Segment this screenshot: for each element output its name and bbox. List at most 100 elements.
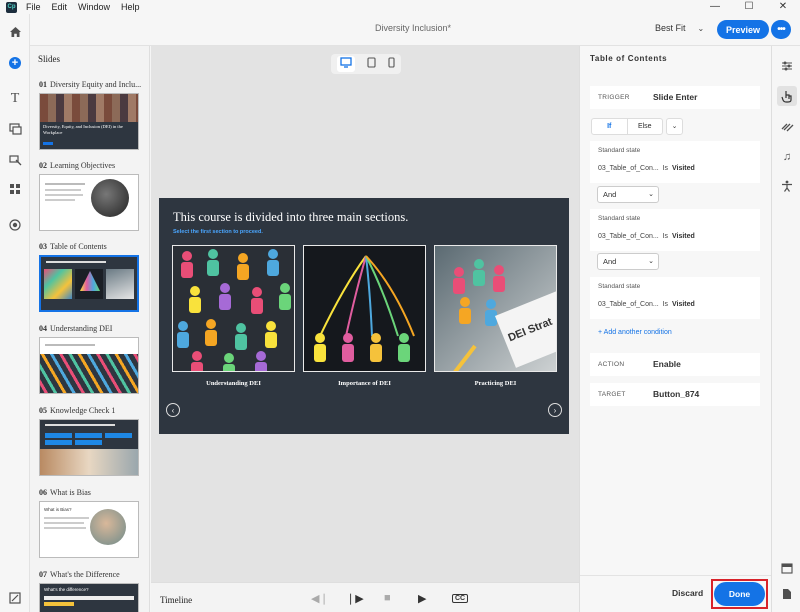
else-tab[interactable]: Else: [628, 119, 663, 134]
add-icon[interactable]: +: [7, 55, 23, 71]
header-bar: Diversity Inclusion* Best Fit ⌄ Preview …: [26, 14, 800, 46]
zoom-select[interactable]: Best Fit ⌄: [655, 23, 704, 33]
section-card-understanding[interactable]: [172, 245, 295, 372]
document-icon[interactable]: [779, 586, 795, 602]
mobile-view-icon[interactable]: [388, 57, 395, 71]
closed-captions-icon[interactable]: CC: [452, 594, 469, 603]
step-forward-icon[interactable]: ❘▶: [346, 592, 364, 605]
condition-state: Standard state: [598, 147, 641, 154]
condition-row[interactable]: Standard state 03_Table_of_Con... Is Vis…: [590, 141, 760, 183]
thumb-title: What's the difference?: [44, 587, 89, 592]
tablet-view-icon[interactable]: [367, 57, 376, 71]
done-button[interactable]: Done: [714, 582, 765, 606]
widgets-icon[interactable]: [7, 181, 23, 197]
properties-footer: Discard Done: [580, 575, 772, 612]
if-tab[interactable]: If: [592, 119, 628, 134]
target-value: Button_874: [653, 389, 700, 399]
interactions-icon[interactable]: [7, 152, 23, 168]
action-row[interactable]: ACTION Enable: [590, 353, 760, 376]
maximize-icon[interactable]: ☐: [732, 0, 766, 14]
menu-help[interactable]: Help: [121, 2, 140, 12]
trigger-value: Slide Enter: [653, 92, 698, 102]
menu-window[interactable]: Window: [78, 2, 110, 12]
panel-toggle-icon[interactable]: [779, 560, 795, 576]
action-value: Enable: [653, 359, 681, 369]
right-toolbar: ♫: [771, 46, 800, 612]
section-card-practicing[interactable]: DEI Strat: [434, 245, 557, 372]
action-key: ACTION: [598, 361, 625, 368]
condition-expression: 03_Table_of_Con... Is Visited: [598, 233, 695, 240]
properties-sliders-icon[interactable]: [779, 58, 795, 74]
slide-item-selected[interactable]: 03 Table of Contents: [39, 242, 141, 312]
trigger-row[interactable]: TRIGGER Slide Enter: [590, 86, 760, 109]
slide-item[interactable]: 04 Understanding DEI: [39, 324, 141, 394]
slide-item[interactable]: 01 Diversity Equity and Inclu... Diversit…: [39, 80, 141, 150]
slide-preview: This course is divided into three main s…: [159, 198, 569, 434]
slide-label: 02 Learning Objectives: [39, 161, 116, 170]
slides-heading: Slides: [38, 54, 61, 64]
target-key: TARGET: [598, 391, 626, 398]
title-bar: Cp File Edit Window Help — ☐ ✕: [0, 0, 800, 14]
chevron-down-icon: ⌄: [697, 23, 705, 33]
text-icon[interactable]: T: [7, 91, 23, 107]
and-label: And: [603, 257, 617, 266]
discard-button[interactable]: Discard: [672, 588, 703, 598]
properties-title: Table of Contents: [590, 54, 668, 63]
and-select[interactable]: And ⌄: [597, 253, 659, 270]
play-icon[interactable]: ▶: [418, 592, 426, 605]
window-controls: — ☐ ✕: [698, 0, 800, 14]
slide-thumbnail: What's the difference?: [39, 583, 139, 612]
connected-figures-image: [304, 246, 425, 371]
home-icon[interactable]: [7, 24, 23, 40]
slide-thumbnail: [39, 419, 139, 476]
colorful-figures-image: [173, 246, 294, 371]
add-condition-link[interactable]: + Add another condition: [598, 329, 672, 336]
slide-item[interactable]: 07 What's the Difference What's the diffe…: [39, 570, 141, 612]
record-icon[interactable]: [7, 217, 23, 233]
timeline-label[interactable]: Timeline: [160, 595, 192, 605]
media-icon[interactable]: [7, 121, 23, 137]
section-card-importance[interactable]: [303, 245, 426, 372]
desktop-view-icon[interactable]: [337, 56, 355, 72]
slide-label: 03 Table of Contents: [39, 242, 107, 251]
animation-icon[interactable]: [779, 118, 795, 134]
slide-label: 01 Diversity Equity and Inclu...: [39, 80, 141, 89]
slide-thumbnail: [39, 255, 139, 312]
condition-row[interactable]: Standard state 03_Table_of_Con... Is Vis…: [590, 277, 760, 319]
interaction-hand-icon[interactable]: [777, 86, 797, 106]
condition-expression: 03_Table_of_Con... Is Visited: [598, 165, 695, 172]
minimize-icon[interactable]: —: [698, 0, 732, 14]
and-select[interactable]: And ⌄: [597, 186, 659, 203]
audio-music-icon[interactable]: ♫: [779, 149, 795, 165]
condition-row[interactable]: Standard state 03_Table_of_Con... Is Vis…: [590, 209, 760, 251]
target-row[interactable]: TARGET Button_874: [590, 383, 760, 406]
slide-thumbnail: Diversity, Equity, and Inclusion (DEI) i…: [39, 93, 139, 150]
slide-thumbnail: [39, 174, 139, 231]
slide-item[interactable]: 06 What is Bias What is Bias?: [39, 488, 141, 558]
if-else-toggle: If Else: [591, 118, 663, 135]
slide-thumbnail: [39, 337, 139, 394]
accessibility-icon[interactable]: [779, 178, 795, 194]
chevron-down-icon[interactable]: ⌄: [666, 118, 683, 135]
and-label: And: [603, 190, 617, 199]
previous-frame-icon[interactable]: ◀❘: [311, 592, 329, 605]
preview-button[interactable]: Preview: [717, 20, 769, 39]
slide-item[interactable]: 02 Learning Objectives: [39, 161, 141, 231]
slide-item[interactable]: 05 Knowledge Check 1: [39, 406, 141, 476]
chevron-down-icon: ⌄: [648, 191, 654, 198]
previous-arrow-icon[interactable]: ‹: [166, 403, 180, 417]
chevron-down-icon: ⌄: [648, 258, 654, 265]
next-arrow-icon[interactable]: ›: [548, 403, 562, 417]
menu-file[interactable]: File: [26, 2, 41, 12]
slide-label: 05 Knowledge Check 1: [39, 406, 116, 415]
close-icon[interactable]: ✕: [766, 0, 800, 14]
slide-title: This course is divided into three main s…: [173, 210, 409, 224]
stop-icon[interactable]: ■: [384, 592, 391, 604]
menu-edit[interactable]: Edit: [52, 2, 68, 12]
card-label: Understanding DEI: [206, 380, 261, 387]
more-options-button[interactable]: •••: [771, 20, 791, 39]
trigger-key: TRIGGER: [598, 94, 630, 101]
card-label: Importance of DEI: [338, 380, 391, 387]
zoom-value: Best Fit: [655, 23, 686, 33]
feedback-icon[interactable]: [7, 590, 23, 606]
